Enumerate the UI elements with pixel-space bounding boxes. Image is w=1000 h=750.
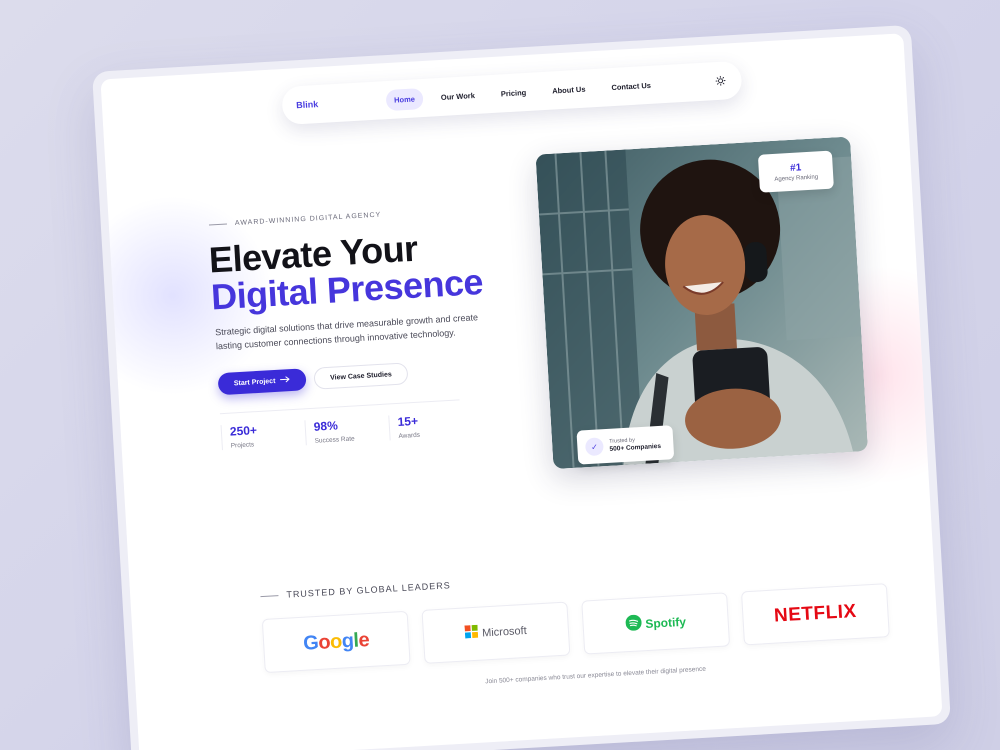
stats-row: 250+ Projects 98% Success Rate 15+ Award… bbox=[220, 410, 474, 451]
agency-ranking-card: #1 Agency Ranking bbox=[757, 150, 834, 193]
trusted-heading: TRUSTED BY GLOBAL LEADERS bbox=[260, 580, 451, 601]
nav-link-contact-us[interactable]: Contact Us bbox=[603, 74, 660, 98]
trusted-heading-text: TRUSTED BY GLOBAL LEADERS bbox=[286, 580, 451, 600]
stats-divider bbox=[219, 399, 460, 415]
google-logo: Google bbox=[302, 628, 370, 655]
hero-title: Elevate Your Digital Presence bbox=[208, 226, 484, 318]
stat-awards: 15+ Awards bbox=[388, 410, 474, 441]
eyebrow-divider bbox=[208, 223, 228, 226]
start-project-button[interactable]: Start Project bbox=[217, 368, 307, 396]
nav-link-about-us[interactable]: About Us bbox=[544, 78, 594, 102]
view-case-studies-button[interactable]: View Case Studies bbox=[313, 362, 409, 390]
stat-label: Projects bbox=[230, 441, 255, 450]
nav-links: Home Our Work Pricing About Us Contact U… bbox=[385, 71, 715, 111]
logo-card-google: Google bbox=[261, 610, 411, 674]
mockup-scene: Blink Home Our Work Pricing About Us Con… bbox=[0, 0, 1000, 750]
rank-value: #1 bbox=[789, 161, 802, 174]
stat-label: Success Rate bbox=[314, 435, 355, 445]
browser-frame: Blink Home Our Work Pricing About Us Con… bbox=[92, 24, 951, 750]
nav-link-pricing[interactable]: Pricing bbox=[492, 81, 535, 104]
stat-value: 98% bbox=[313, 418, 339, 434]
arrow-right-icon bbox=[280, 376, 290, 385]
trusted-divider bbox=[260, 594, 279, 597]
eyebrow-text: AWARD-WINNING DIGITAL AGENCY bbox=[234, 211, 382, 228]
logo-card-netflix: NETFLIX bbox=[740, 583, 890, 646]
landing-page: Blink Home Our Work Pricing About Us Con… bbox=[100, 33, 943, 750]
stat-success-rate: 98% Success Rate bbox=[304, 415, 390, 446]
stat-label: Awards bbox=[398, 431, 421, 440]
sun-icon[interactable] bbox=[713, 73, 728, 88]
brand-logo[interactable]: Blink bbox=[296, 95, 386, 110]
stat-projects: 250+ Projects bbox=[220, 420, 306, 451]
trust-text: Trusted by 500+ Companies bbox=[609, 436, 662, 453]
logo-card-spotify: Spotify bbox=[581, 592, 731, 655]
logo-card-microsoft: Microsoft bbox=[421, 601, 571, 664]
check-icon: ✓ bbox=[584, 437, 604, 457]
stat-value: 250+ bbox=[229, 423, 258, 439]
partner-logos: Google Microsoft Spotify NETFLIX bbox=[261, 583, 890, 674]
rank-label: Agency Ranking bbox=[774, 173, 819, 183]
start-project-label: Start Project bbox=[233, 377, 276, 387]
trust-line2: 500+ Companies bbox=[609, 442, 662, 453]
nav-link-our-work[interactable]: Our Work bbox=[432, 84, 483, 108]
stat-value: 15+ bbox=[397, 413, 419, 429]
top-navigation: Blink Home Our Work Pricing About Us Con… bbox=[281, 60, 743, 126]
microsoft-logo-text: Microsoft bbox=[481, 624, 528, 640]
trusted-footnote: Join 500+ companies who trust our expert… bbox=[485, 665, 707, 686]
trusted-companies-card: ✓ Trusted by 500+ Companies bbox=[576, 425, 675, 465]
spotify-icon bbox=[625, 614, 642, 636]
spotify-logo-text: Spotify bbox=[644, 614, 687, 632]
hero-eyebrow: AWARD-WINNING DIGITAL AGENCY bbox=[208, 211, 382, 229]
microsoft-icon bbox=[464, 624, 479, 644]
nav-link-home[interactable]: Home bbox=[385, 87, 424, 111]
netflix-logo: NETFLIX bbox=[773, 600, 858, 627]
